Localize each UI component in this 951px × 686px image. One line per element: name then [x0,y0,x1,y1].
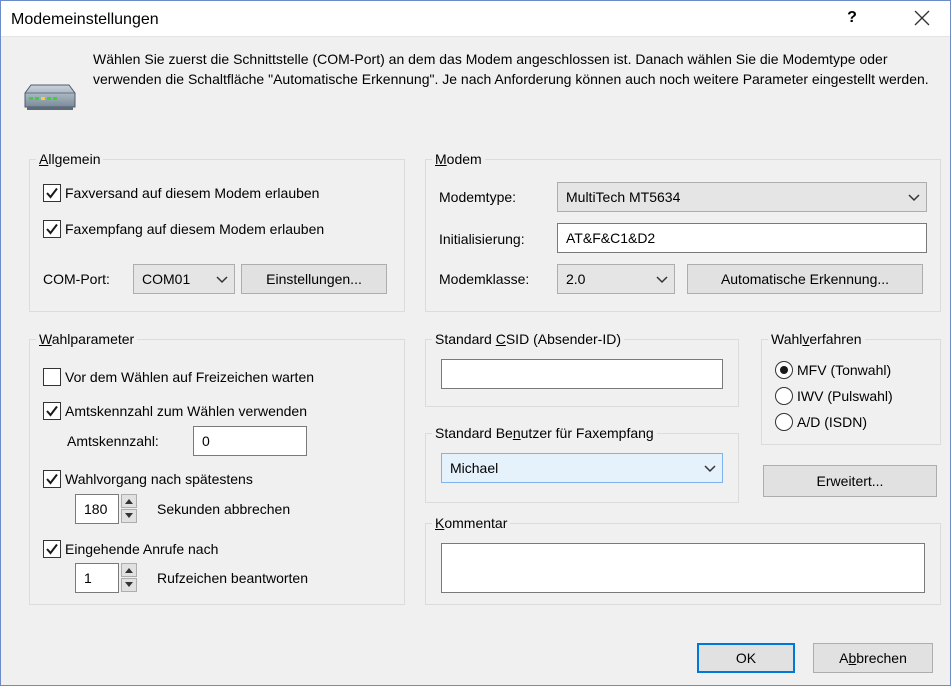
check-icon [46,473,58,485]
amtskennzahl-label: Amtskennzahl: [67,433,159,449]
chevron-down-icon [704,465,716,473]
spin-up-button[interactable] [121,494,137,508]
arrow-down-icon [125,513,133,518]
modemtype-label: Modemtype: [439,189,517,205]
freizeichen-label: Vor dem Wählen auf Freizeichen warten [65,369,315,385]
sekunden-input[interactable]: 180 [75,494,119,524]
close-button[interactable] [901,3,941,33]
benutzer-title: Standard Benutzer für Faxempfang [432,423,657,443]
kommentar-title: Kommentar [432,513,511,533]
radio-ad-label: A/D (ISDN) [797,414,867,430]
help-button[interactable]: ? [837,3,867,33]
allgemein-title: Allgemein [36,149,104,169]
arrow-up-icon [125,568,133,573]
chevron-down-icon [216,276,228,284]
radio-iwv-label: IWV (Pulswahl) [797,388,893,404]
comport-value: COM01 [142,271,191,287]
modemklasse-select[interactable]: 2.0 [557,264,675,294]
modem-title: Modem [432,149,485,169]
auto-detect-button[interactable]: Automatische Erkennung... [687,264,923,294]
abbrechen-label: Abbrechen [839,650,907,666]
modem-settings-dialog: Modemeinstellungen ? Wählen Sie zuerst d… [0,0,951,686]
chevron-down-icon [656,276,668,284]
spin-down-button[interactable] [121,509,137,523]
csid-input[interactable] [441,359,723,389]
chevron-down-icon [908,194,920,202]
intro-text: Wählen Sie zuerst die Schnittstelle (COM… [93,51,929,87]
radio-mfv-label: MFV (Tonwahl) [797,362,892,378]
faxempfang-label: Faxempfang auf diesem Modem erlauben [65,221,325,237]
radio-mfv[interactable] [775,361,793,379]
spin-up-button[interactable] [121,563,137,577]
einstellungen-button[interactable]: Einstellungen... [241,264,387,294]
modemtype-select[interactable]: MultiTech MT5634 [557,182,927,212]
close-icon [914,10,930,26]
modemtype-value: MultiTech MT5634 [566,189,681,205]
radio-ad[interactable] [775,413,793,431]
arrow-up-icon [125,499,133,504]
rufzeichen-label: Rufzeichen beantworten [157,570,308,586]
check-icon [46,543,58,555]
erweitert-button[interactable]: Erweitert... [763,465,937,497]
init-label: Initialisierung: [439,231,525,247]
ok-button[interactable]: OK [697,643,795,673]
amtskennzahl-input[interactable]: 0 [193,426,307,456]
freizeichen-checkbox[interactable] [43,368,61,386]
faxversand-label: Faxversand auf diesem Modem erlauben [65,185,320,201]
eingehende-label: Eingehende Anrufe nach [65,541,219,557]
rufzeichen-spinner[interactable] [121,563,137,593]
wahlparameter-title: Wahlparameter [36,329,138,349]
amtskennzahl-checkbox[interactable] [43,402,61,420]
wahlverfahren-title: Wahlverfahren [768,329,865,349]
amtskennzahl-checkbox-label: Amtskennzahl zum Wählen verwenden [65,403,308,419]
radio-iwv[interactable] [775,387,793,405]
arrow-down-icon [125,582,133,587]
sekunden-label: Sekunden abbrechen [157,501,291,517]
check-icon [46,187,58,199]
faxempfang-checkbox[interactable] [43,220,61,238]
modem-icon [24,84,76,110]
sekunden-spinner[interactable] [121,494,137,524]
wahlvorgang-label: Wahlvorgang nach spätestens [65,471,253,487]
comport-label: COM-Port: [43,271,110,287]
faxversand-checkbox[interactable] [43,184,61,202]
wahlvorgang-checkbox[interactable] [43,470,61,488]
modemklasse-value: 2.0 [566,271,586,287]
modemklasse-label: Modemklasse: [439,271,530,287]
spin-down-button[interactable] [121,578,137,592]
kommentar-input[interactable] [441,543,925,593]
benutzer-value: Michael [450,460,499,476]
comport-select[interactable]: COM01 [133,264,235,294]
init-input[interactable]: AT&F&C1&D2 [557,223,927,253]
benutzer-select[interactable]: Michael [441,453,723,483]
check-icon [46,405,58,417]
csid-title: Standard CSID (Absender-ID) [432,329,624,349]
title-bar: Modemeinstellungen ? [1,1,950,37]
eingehende-checkbox[interactable] [43,540,61,558]
window-title: Modemeinstellungen [11,11,159,28]
check-icon [46,223,58,235]
rufzeichen-input[interactable]: 1 [75,563,119,593]
abbrechen-button[interactable]: Abbrechen [813,643,933,673]
radio-dot [780,366,788,374]
